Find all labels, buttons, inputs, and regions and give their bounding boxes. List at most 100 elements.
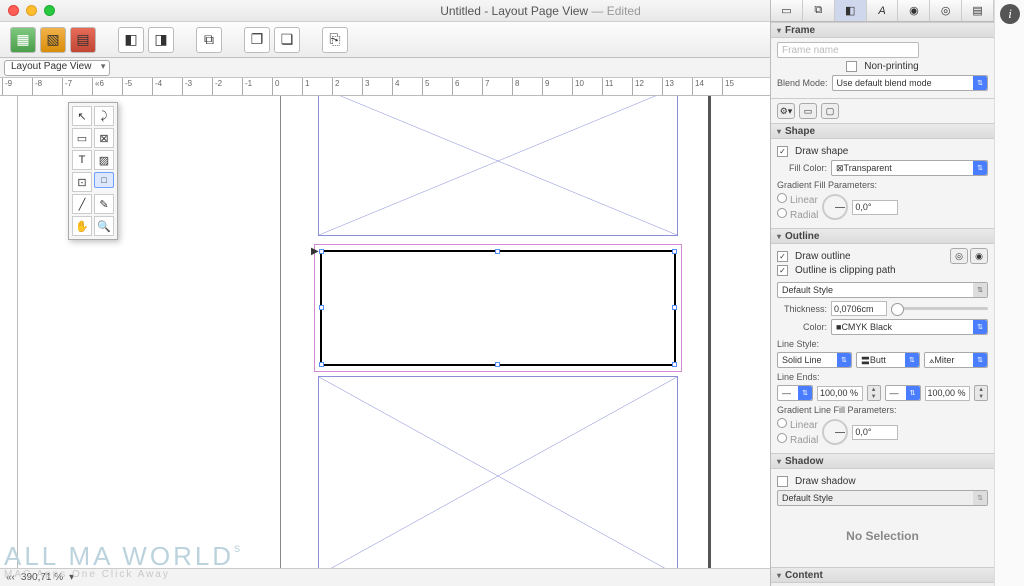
thickness-input[interactable]: 0,0706cm [831,301,887,316]
shadow-style-select[interactable]: Default Style⇅ [777,490,988,506]
inspector-tab-2[interactable]: ⧉ [803,0,835,21]
selection-cursor-icon: ▶ [311,246,319,257]
outline-angle-value[interactable]: 0,0° [852,425,898,440]
placeholder-frame-bottom[interactable] [318,376,678,576]
tool-a-icon[interactable]: ◧ [118,27,144,53]
text-tool[interactable]: T [72,150,92,170]
close-window-button[interactable] [8,5,19,16]
nav-arrows[interactable]: «‹ [6,572,15,583]
lineend-a-stepper[interactable]: ▲▼ [867,385,881,401]
linejoin-select[interactable]: ⟑ Miter⇅ [924,352,988,368]
zoom-value[interactable]: 390,71 % [21,572,63,583]
page-red-icon[interactable]: ▤ [70,27,96,53]
nonprinting-checkbox[interactable] [846,61,857,72]
window-controls [8,5,55,16]
resize-handle-nw[interactable] [319,249,324,254]
frame-name-input[interactable] [777,42,919,58]
blend-mode-label: Blend Mode: [777,78,828,88]
outline-radial-radio[interactable] [777,433,787,443]
tool-d-icon[interactable]: ❐ [244,27,270,53]
image-tool[interactable]: ▨ [94,150,114,170]
ruler-tick: 11 [602,78,613,95]
content-section-header[interactable]: Content [771,567,994,583]
frame-tool[interactable]: ▭ [72,128,92,148]
outline-style-select[interactable]: Default Style⇅ [777,282,988,298]
draw-outline-checkbox[interactable]: ✓ [777,251,788,262]
tool-e-icon[interactable]: ❏ [274,27,300,53]
resize-handle-sw[interactable] [319,362,324,367]
outline-linear-radio[interactable] [777,418,787,428]
angle-dial[interactable] [822,194,848,220]
ruler-tick: 14 [692,78,704,95]
line-tool[interactable]: ╱ [72,194,92,214]
thickness-slider[interactable] [891,307,988,310]
zoom-tool[interactable]: 🔍 [94,216,114,236]
outline-color-select[interactable]: ■ CMYK Black⇅ [831,319,988,335]
resize-handle-e[interactable] [672,305,677,310]
resize-handle-n[interactable] [495,249,500,254]
draw-shape-checkbox[interactable]: ✓ [777,146,788,157]
rotate-tool[interactable]: ⤸ [94,106,114,126]
blend-mode-select[interactable]: Use default blend mode⇅ [832,75,988,91]
crop-tool[interactable]: ⊡ [72,172,92,192]
linestyle-select[interactable]: Solid Line⇅ [777,352,852,368]
page-green-icon[interactable]: ▦ [10,27,36,53]
view-mode-select[interactable]: Layout Page View [4,60,110,76]
lineend-a-value[interactable]: 100,00 % [817,386,863,401]
resize-handle-w[interactable] [319,305,324,310]
lineend-a-select[interactable]: —⇅ [777,385,813,401]
tool-b-icon[interactable]: ◨ [148,27,174,53]
minimize-window-button[interactable] [26,5,37,16]
shape-rounded-icon[interactable]: ▢ [821,103,839,119]
title-text: Untitled - Layout Page View [440,4,588,18]
shape-rect-icon[interactable]: ▭ [799,103,817,119]
inspector-tab-text[interactable]: A [867,0,899,21]
lineend-b-value[interactable]: 100,00 % [925,386,971,401]
canvas[interactable]: ▶ ↖ ⤸ ▭ ⊠ T ▨ ⊡ □ ╱ ✎ ✋ [18,96,770,586]
edited-indicator: — Edited [591,4,640,18]
rectangle-tool[interactable]: □ [94,172,114,188]
inspector-tab-3[interactable]: ◧ [835,0,867,21]
linear-radio[interactable] [777,193,787,203]
clipping-checkbox[interactable]: ✓ [777,265,788,276]
frame-section-header[interactable]: Frame [771,22,994,38]
lineend-b-select[interactable]: —⇅ [885,385,921,401]
outline-angle-dial[interactable] [822,419,848,445]
tool-palette[interactable]: ↖ ⤸ ▭ ⊠ T ▨ ⊡ □ ╱ ✎ ✋ 🔍 [68,102,118,240]
shape-section-header[interactable]: Shape [771,123,994,139]
info-button[interactable]: i [1000,4,1020,24]
gear-menu-icon[interactable]: ⚙▾ [777,103,795,119]
frame-x-tool[interactable]: ⊠ [94,128,114,148]
pointer-tool[interactable]: ↖ [72,106,92,126]
pen-tool[interactable]: ✎ [94,194,114,214]
inspector-tab-7[interactable]: ▤ [962,0,994,21]
outline-pos-b-icon[interactable]: ◉ [970,248,988,264]
inspector-tab-5[interactable]: ◉ [898,0,930,21]
fill-color-select[interactable]: ⊠ Transparent⇅ [831,160,988,176]
shadow-section-header[interactable]: Shadow [771,453,994,469]
hand-tool[interactable]: ✋ [72,216,92,236]
draw-shadow-checkbox[interactable] [777,476,788,487]
linecap-select[interactable]: 〓 Butt⇅ [856,352,920,368]
inspector-tab-6[interactable]: ◎ [930,0,962,21]
placeholder-frame-top[interactable] [318,96,678,236]
outline-pos-a-icon[interactable]: ◎ [950,248,968,264]
outline-section-header[interactable]: Outline [771,228,994,244]
selected-frame[interactable] [320,250,676,366]
resize-handle-ne[interactable] [672,249,677,254]
zoom-window-button[interactable] [44,5,55,16]
page-orange-icon[interactable]: ▧ [40,27,66,53]
resize-handle-s[interactable] [495,362,500,367]
zoom-dropdown-icon[interactable]: ▾ [69,572,74,583]
shape-angle-value[interactable]: 0,0° [852,200,898,215]
ruler-tick: 5 [422,78,429,95]
tool-f-icon[interactable]: ⎘ [322,27,348,53]
lineend-b-stepper[interactable]: ▲▼ [974,385,988,401]
tool-c-icon[interactable]: ⧉ [196,27,222,53]
inspector-tab-1[interactable]: ▭ [771,0,803,21]
resize-handle-se[interactable] [672,362,677,367]
shape-section: ✓Draw shape Fill Color: ⊠ Transparent⇅ G… [771,139,994,228]
vertical-ruler[interactable] [0,96,18,586]
radial-radio[interactable] [777,208,787,218]
ruler-tick: 15 [722,78,734,95]
